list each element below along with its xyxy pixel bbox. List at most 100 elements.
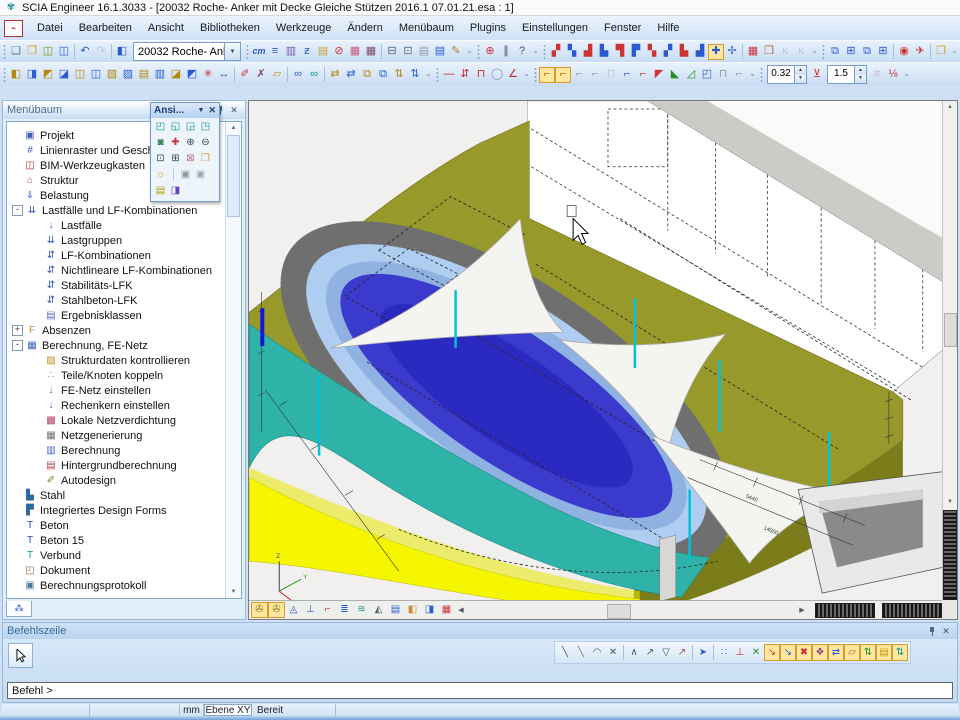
member-op-8-icon[interactable]: ▨ (120, 67, 136, 83)
close-icon[interactable]: ✕ (227, 103, 241, 117)
ansicht-floating-toolbar[interactable]: Ansi... ▼ ✕ ◰◱◲◳◙✚⊕⊖⊡⊞⊠❒☼▣▣▤◨ (150, 102, 220, 202)
tree-item-beton-15[interactable]: TBeton 15 (7, 533, 225, 548)
menu-ansicht[interactable]: Ansicht (140, 19, 192, 37)
model-viewport[interactable]: 5440 14000 Z Y x ✇✇◬⊥⌐≣≋◭▤◧◨▦ ◀ (248, 100, 958, 620)
menu-datei[interactable]: Datei (29, 19, 71, 37)
tree-item-nichtlineare-lf-kombinationen[interactable]: ⇵Nichtlineare LF-Kombinationen (7, 263, 225, 278)
line-width-up-icon[interactable]: ▲ (795, 66, 806, 75)
line-width-down-icon[interactable]: ▼ (795, 75, 806, 84)
menu-bearbeiten[interactable]: Bearbeiten (71, 19, 140, 37)
tree-item-rechenkern-einstellen[interactable]: ↓Rechenkern einstellen (7, 398, 225, 413)
zoom-in-icon[interactable]: ⊕ (183, 135, 198, 150)
toolbar-grip[interactable] (246, 44, 249, 60)
view-x-icon[interactable]: ◰ (153, 119, 168, 134)
member-op-7-icon[interactable]: ▧ (104, 67, 120, 83)
frame-tool-12-icon[interactable]: ⊓ (715, 67, 731, 83)
display-node-7-icon[interactable]: ▚ (644, 44, 660, 60)
track-points-icon[interactable]: ❖ (812, 644, 828, 661)
new-folder-icon[interactable]: ❒ (933, 44, 949, 60)
zoom-selection-icon[interactable]: ⊠ (183, 151, 198, 166)
member-op-6-icon[interactable]: ◫ (88, 67, 104, 83)
toolbar-chevron-icon[interactable]: ˇ (530, 44, 541, 60)
select-pen-icon[interactable]: ✐ (237, 67, 253, 83)
tree-item-stahlbeton-lfk[interactable]: ⇵Stahlbeton-LFK (7, 293, 225, 308)
zoom-out-icon[interactable]: ⊖ (198, 135, 213, 150)
menu-einstellungen[interactable]: Einstellungen (514, 19, 596, 37)
member-op-11-icon[interactable]: ◪ (168, 67, 184, 83)
document-new-icon[interactable]: ▤ (432, 44, 448, 60)
frame-tool-11-icon[interactable]: ◰ (699, 67, 715, 83)
wireframe-icon[interactable]: ◨ (168, 183, 183, 198)
member-op-3-icon[interactable]: ◩ (40, 67, 56, 83)
clipboard-icon[interactable]: ▤ (315, 44, 331, 60)
snap-free-icon[interactable]: ╲ (557, 644, 573, 661)
clip-box-toggle-icon[interactable]: ✇ (251, 602, 268, 618)
menu-werkzeuge[interactable]: Werkzeuge (268, 19, 339, 37)
light-toggle-icon[interactable]: ☼ (153, 167, 168, 182)
zoom-all-icon[interactable]: ⊞ (168, 151, 183, 166)
save-icon[interactable]: ◫ (56, 44, 72, 60)
member-op-10-icon[interactable]: ▥ (152, 67, 168, 83)
snap-off-icon[interactable]: ✕ (605, 644, 621, 661)
menu-hilfe[interactable]: Hilfe (649, 19, 687, 37)
scroll-thumb[interactable] (227, 135, 240, 217)
menu-plugins[interactable]: Plugins (462, 19, 514, 37)
move-2-icon[interactable]: ⇄ (343, 67, 359, 83)
mirror-2-icon[interactable]: ⇅ (407, 67, 423, 83)
delete-icon[interactable]: ⊘ (331, 44, 347, 60)
scroll-up-icon[interactable]: ▲ (231, 122, 237, 134)
tree-item-strukturdaten-kontrollieren[interactable]: ▨Strukturdaten kontrollieren (7, 353, 225, 368)
toolbar-chevron-icon[interactable]: ˇ (747, 67, 758, 83)
tree-item-lf-kombinationen[interactable]: ⇵LF-Kombinationen (7, 248, 225, 263)
scia-menu-icon[interactable]: ⌁ (4, 20, 23, 37)
line-width-stepper[interactable]: 0.32▲▼ (767, 65, 807, 84)
visibility-icon[interactable]: ◉ (896, 44, 912, 60)
vscroll-down-icon[interactable]: ▼ (947, 496, 953, 508)
scale-factor-stepper[interactable]: 1.5▲▼ (827, 65, 867, 84)
toolbar-chevron-icon[interactable]: ˇ (809, 44, 820, 60)
display-node-2-icon[interactable]: ▚ (564, 44, 580, 60)
toolbar-chevron-icon[interactable]: ˇ (949, 44, 960, 60)
select-cross-icon[interactable]: ✗ (253, 67, 269, 83)
gallery-icon[interactable]: ▥ (283, 44, 299, 60)
snap-surface-icon[interactable]: ▽ (658, 644, 674, 661)
draw-rect-icon[interactable]: ⊓ (473, 67, 489, 83)
toolbar-grip[interactable] (760, 67, 763, 83)
toolbar-grip[interactable] (436, 67, 439, 83)
member-swap-icon[interactable]: ↔ (216, 67, 232, 83)
measure-icon[interactable]: ⇅ (892, 644, 908, 661)
track-node-icon[interactable]: ↘ (780, 644, 796, 661)
splitter-bar-h2[interactable] (882, 603, 942, 618)
snap-endpoint-icon[interactable]: ↗ (642, 644, 658, 661)
frame-tool-2-icon[interactable]: ⌐ (555, 67, 571, 83)
hscroll-thumb[interactable] (607, 604, 631, 619)
chevron-down-icon[interactable]: ▼ (198, 107, 205, 114)
tree-item-lastf-lle[interactable]: ↓Lastfälle (7, 218, 225, 233)
camera-2-icon[interactable]: ▣ (193, 167, 208, 182)
track-delete-icon[interactable]: ✖ (796, 644, 812, 661)
document-edit-icon[interactable]: ✎ (448, 44, 464, 60)
redo-icon[interactable]: ↷ (93, 44, 109, 60)
undo-icon[interactable]: ↶ (77, 44, 93, 60)
print-preview-icon[interactable]: ⊡ (400, 44, 416, 60)
member-op-1-icon[interactable]: ◧ (8, 67, 24, 83)
node-labels-icon[interactable]: ◬ (285, 602, 302, 618)
viewport-vscrollbar[interactable]: ▲ ▼ (942, 101, 957, 600)
tree-item-lokale-netzverdichtung[interactable]: ▩Lokale Netzverdichtung (7, 413, 225, 428)
link-1-icon[interactable]: ∞ (290, 67, 306, 83)
tree-scrollbar[interactable]: ▲ ▼ (225, 122, 241, 598)
move-1-icon[interactable]: ⇄ (327, 67, 343, 83)
snap-vertex-icon[interactable]: ↗ (674, 644, 690, 661)
snap-arc-icon[interactable]: ◠ (589, 644, 605, 661)
hscrollbar[interactable] (467, 603, 796, 618)
camera-1-icon[interactable]: ▣ (178, 167, 193, 182)
frame-tool-10-icon[interactable]: ◿ (683, 67, 699, 83)
menu-fenster[interactable]: Fenster (596, 19, 649, 37)
member-query-icon[interactable]: ? (514, 44, 530, 60)
member-op-2-icon[interactable]: ◨ (24, 67, 40, 83)
tree-item-absenzen[interactable]: +FAbsenzen (7, 323, 225, 338)
table-edit-icon[interactable]: ▦ (347, 44, 363, 60)
zoom-window-icon[interactable]: ⊡ (153, 151, 168, 166)
toolbar-chevron-icon[interactable]: ˇ (423, 67, 434, 83)
display-node-6-icon[interactable]: ▛ (628, 44, 644, 60)
